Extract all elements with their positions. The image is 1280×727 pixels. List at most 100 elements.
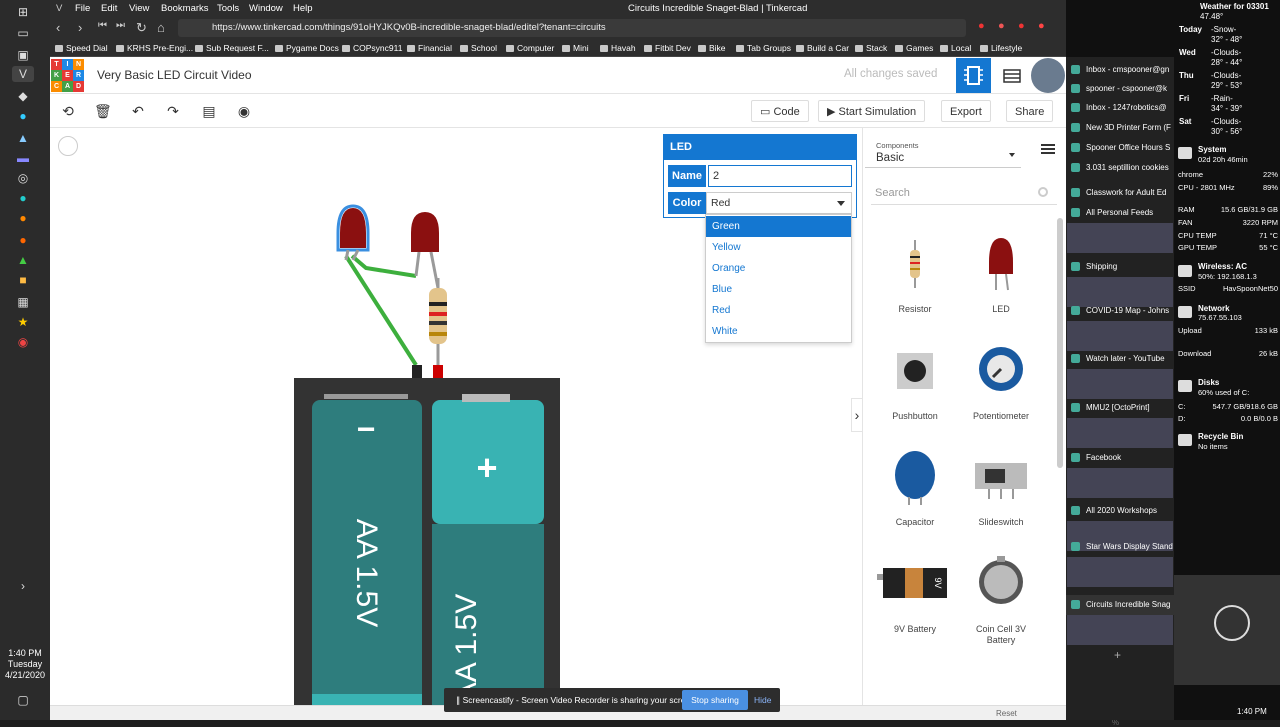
export-button[interactable]: Export — [941, 100, 991, 122]
share-button[interactable]: Share — [1006, 100, 1054, 122]
color-option-white[interactable]: White — [706, 321, 851, 342]
app-icon[interactable]: ■ — [12, 272, 34, 288]
menu-help[interactable]: Help — [293, 3, 313, 14]
notes-icon[interactable]: ▤ — [201, 103, 217, 119]
components-select[interactable]: Components Basic — [865, 134, 1021, 168]
component-potentiometer[interactable]: Potentiometer — [961, 341, 1041, 441]
chrome-icon[interactable]: ◉ — [12, 334, 34, 350]
extension-icon[interactable]: ● — [978, 20, 985, 32]
bookmark-item[interactable]: Financial — [407, 43, 452, 53]
tab-thumbnail[interactable] — [1067, 557, 1173, 587]
tab-item[interactable]: Inbox - 1247robotics@ — [1066, 98, 1174, 118]
drive-icon[interactable]: ▲ — [12, 252, 34, 268]
start-icon[interactable]: ⊞ — [12, 4, 34, 20]
tab-thumbnail[interactable] — [1067, 615, 1173, 645]
tab-item[interactable]: Watch later - YouTube — [1066, 349, 1174, 369]
collapse-panel-button[interactable]: › — [851, 398, 863, 432]
app-icon[interactable]: ▲ — [12, 130, 34, 146]
color-option-yellow[interactable]: Yellow — [706, 237, 851, 258]
stop-sharing-button[interactable]: Stop sharing — [682, 690, 748, 710]
tab-thumbnail[interactable] — [1067, 418, 1173, 448]
reload-icon[interactable]: ↻ — [136, 20, 147, 36]
redo-icon[interactable]: ↷ — [165, 103, 181, 119]
menu-tools[interactable]: Tools — [217, 3, 239, 14]
component-slideswitch[interactable]: Slideswitch — [961, 447, 1041, 547]
list-view-icon[interactable] — [1041, 144, 1055, 154]
eye-icon[interactable]: ◉ — [236, 103, 252, 119]
trash-icon[interactable]: 🗑 — [94, 103, 112, 119]
tab-item-active[interactable]: Circuits Incredible Snag — [1066, 595, 1174, 615]
app-icon[interactable]: ◎ — [12, 170, 34, 186]
fastforward-icon[interactable]: ⏭ — [116, 20, 125, 31]
bookmark-item[interactable]: Tab Groups — [736, 43, 791, 53]
color-option-green[interactable]: Green — [706, 216, 851, 237]
app-icon[interactable]: ● — [12, 190, 34, 206]
tab-item[interactable]: Classwork for Adult Ed — [1066, 183, 1174, 203]
component-pushbutton[interactable]: Pushbutton — [875, 341, 955, 441]
component-resistor[interactable]: Resistor — [875, 234, 955, 334]
bookmark-item[interactable]: Mini — [562, 43, 589, 53]
tab-item[interactable]: New 3D Printer Form (F — [1066, 118, 1174, 138]
color-option-orange[interactable]: Orange — [706, 258, 851, 279]
name-input[interactable]: 2 — [708, 165, 852, 187]
reset-zoom[interactable]: Reset — [996, 709, 1017, 718]
component-9v-battery[interactable]: 9V 9V Battery — [875, 554, 955, 654]
tab-thumbnail[interactable] — [1067, 369, 1173, 399]
vivaldi-menu-icon[interactable]: V — [56, 3, 62, 14]
bookmark-item[interactable]: Stack — [855, 43, 887, 53]
tab-item[interactable]: Shipping — [1066, 257, 1174, 277]
color-option-blue[interactable]: Blue — [706, 279, 851, 300]
bookmark-item[interactable]: Build a Car — [796, 43, 849, 53]
avatar[interactable] — [1031, 58, 1065, 93]
hide-button[interactable]: Hide — [754, 688, 771, 712]
menu-window[interactable]: Window — [249, 3, 283, 14]
menu-view[interactable]: View — [129, 3, 149, 14]
bookmark-item[interactable]: KRHS Pre-Engi... — [116, 43, 193, 53]
bookmark-item[interactable]: Havah — [600, 43, 636, 53]
home-icon[interactable]: ⌂ — [157, 20, 165, 35]
circuit-view-button[interactable] — [956, 58, 991, 93]
bookmark-item[interactable]: Games — [895, 43, 933, 53]
taskbar-clock[interactable]: 1:40 PM Tuesday 4/21/2020 — [0, 648, 50, 681]
component-led[interactable]: LED — [961, 234, 1041, 334]
back-icon[interactable]: ‹ — [56, 20, 60, 35]
notifications-icon[interactable]: ▢ — [12, 692, 34, 708]
schematic-view-button[interactable] — [994, 58, 1029, 93]
vivaldi-icon[interactable]: V — [12, 66, 34, 82]
bookmark-item[interactable]: COPsync911 — [342, 43, 402, 53]
project-title[interactable]: Very Basic LED Circuit Video — [97, 68, 252, 82]
extension-icon[interactable]: ● — [1038, 20, 1045, 32]
code-button[interactable]: ▭ Code — [751, 100, 809, 122]
tab-thumbnail[interactable] — [1067, 321, 1173, 351]
rotate-icon[interactable]: ⟲ — [60, 103, 76, 119]
forward-icon[interactable]: › — [78, 20, 82, 35]
add-tab-icon[interactable]: + — [1114, 648, 1121, 662]
url-field[interactable]: https://www.tinkercad.com/things/91oHYJK… — [178, 19, 966, 37]
menu-file[interactable]: File — [75, 3, 90, 14]
recycle-bin-icon[interactable] — [1178, 434, 1192, 446]
tab-thumbnail[interactable] — [1067, 468, 1173, 498]
app-icon[interactable]: ▬ — [12, 150, 34, 166]
bookmark-item[interactable]: Fitbit Dev — [644, 43, 691, 53]
media-thumbnail[interactable] — [1174, 575, 1280, 685]
star-icon[interactable]: ★ — [12, 314, 34, 330]
tab-item[interactable]: All 2020 Workshops — [1066, 501, 1174, 521]
bookmark-item[interactable]: Local — [940, 43, 971, 53]
tab-item[interactable]: MMU2 [OctoPrint] — [1066, 398, 1174, 418]
app-icon[interactable]: ● — [12, 210, 34, 226]
app-icon[interactable]: ● — [12, 108, 34, 124]
extension-icon[interactable]: ● — [998, 20, 1005, 32]
tab-item[interactable]: COVID-19 Map - Johns — [1066, 301, 1174, 321]
tab-item[interactable]: Star Wars Display Stand — [1066, 537, 1174, 557]
search-input[interactable]: Search — [871, 181, 1057, 205]
play-icon[interactable] — [1214, 605, 1250, 641]
tab-item[interactable]: spooner - cspooner@k — [1066, 79, 1174, 99]
component-coin-cell[interactable]: Coin Cell 3V Battery — [961, 554, 1041, 654]
app-icon[interactable]: ◆ — [12, 88, 34, 104]
bookmark-item[interactable]: Lifestyle — [980, 43, 1022, 53]
color-option-red[interactable]: Red — [706, 300, 851, 321]
bookmark-item[interactable]: School — [460, 43, 497, 53]
rewind-icon[interactable]: ⏮ — [98, 20, 107, 31]
bookmark-item[interactable]: Pygame Docs — [275, 43, 339, 53]
panel-scrollbar[interactable] — [1057, 218, 1063, 468]
